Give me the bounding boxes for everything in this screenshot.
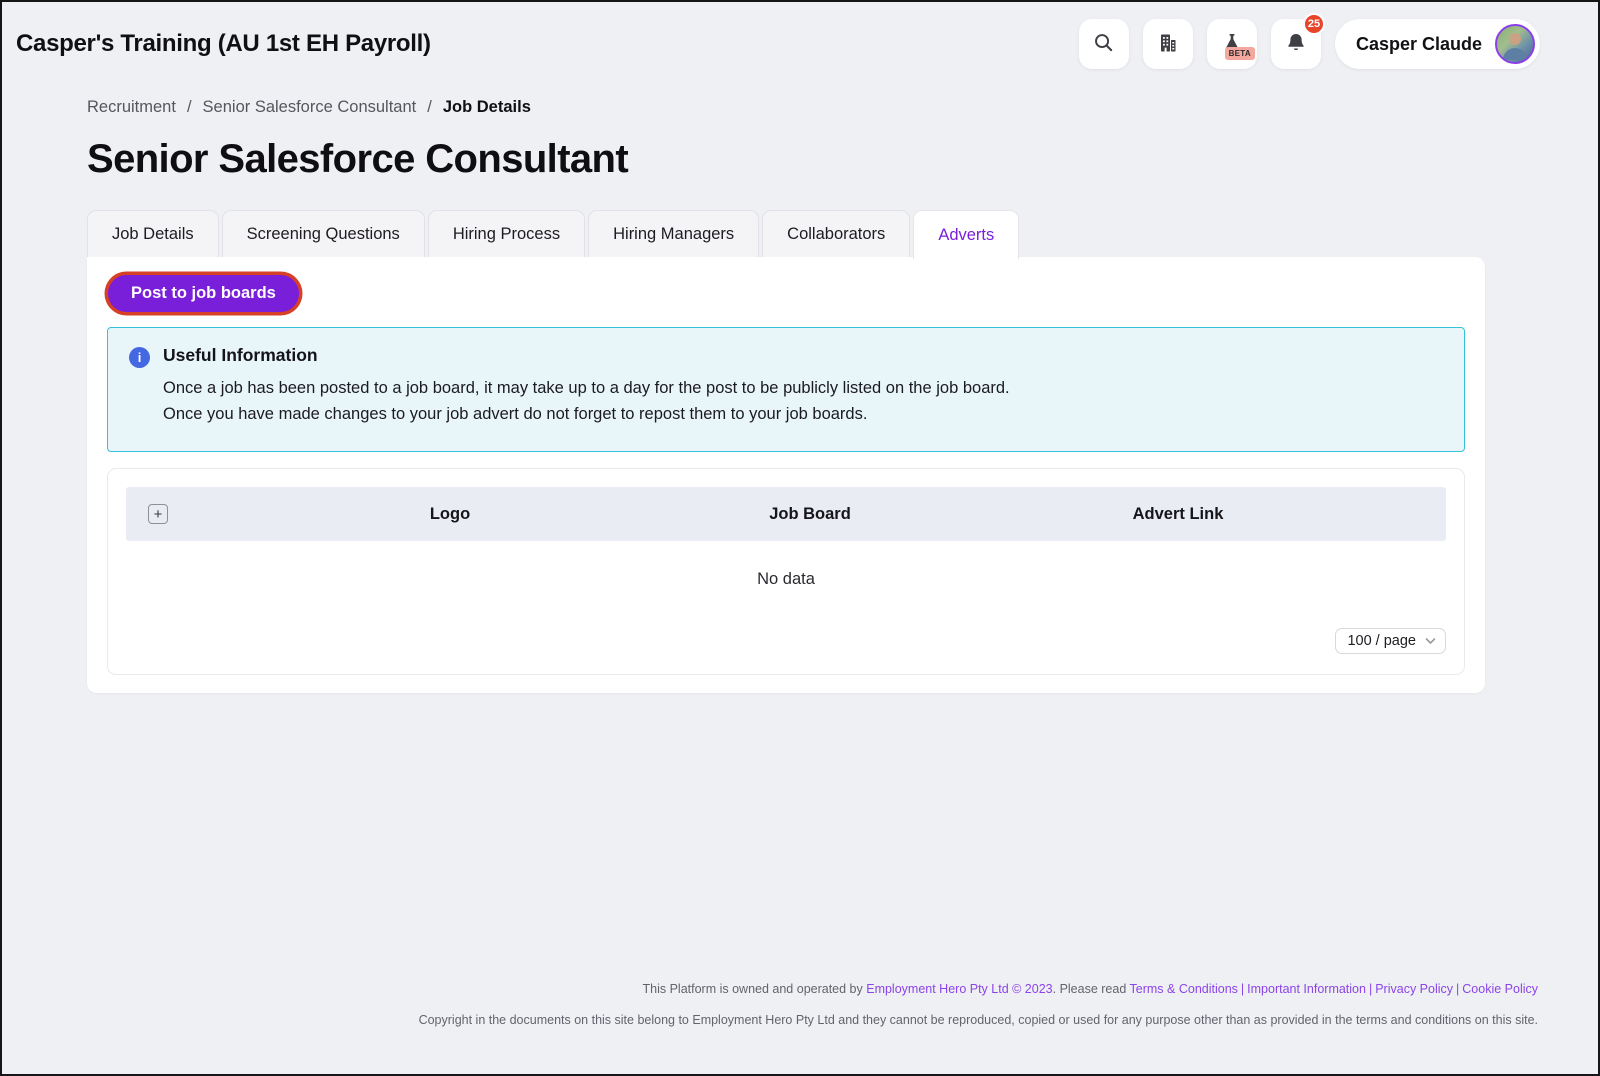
company-link[interactable]: Employment Hero Pty Ltd © 2023 <box>866 982 1052 996</box>
office-building-icon <box>1156 31 1180 58</box>
chevron-down-icon <box>1425 633 1436 649</box>
search-icon <box>1092 31 1115 57</box>
tab-hiring-process[interactable]: Hiring Process <box>428 210 585 257</box>
useful-information-line-1: Once a job has been posted to a job boar… <box>163 375 1010 401</box>
breadcrumb-separator: / <box>427 98 432 117</box>
search-button[interactable] <box>1079 19 1129 69</box>
expand-all-cell: + <box>126 504 190 524</box>
notifications-button[interactable]: 25 <box>1271 19 1321 69</box>
adverts-panel: Post to job boards i Useful Information … <box>87 257 1485 693</box>
beta-badge: BETA <box>1225 47 1255 60</box>
user-name: Casper Claude <box>1356 34 1482 55</box>
tab-adverts[interactable]: Adverts <box>913 210 1019 259</box>
footer-separator: | <box>1238 982 1247 996</box>
page-size-value: 100 / page <box>1347 633 1416 649</box>
footer-separator: | <box>1366 982 1375 996</box>
plus-icon: + <box>154 507 163 522</box>
beta-features-button[interactable]: BETA <box>1207 19 1257 69</box>
page-size-select[interactable]: 100 / page <box>1335 628 1446 654</box>
useful-information-content: Useful Information Once a job has been p… <box>163 345 1010 427</box>
footer-separator: | <box>1453 982 1462 996</box>
company-button[interactable] <box>1143 19 1193 69</box>
column-header-job-board: Job Board <box>710 505 910 524</box>
top-bar: Casper's Training (AU 1st EH Payroll) <box>2 2 1598 72</box>
adverts-table-header: + Logo Job Board Advert Link <box>126 487 1446 541</box>
breadcrumb-recruitment[interactable]: Recruitment <box>87 98 176 117</box>
footer-copyright-text: Copyright in the documents on this site … <box>32 1013 1538 1028</box>
important-information-link[interactable]: Important Information <box>1247 982 1366 996</box>
useful-information-title: Useful Information <box>163 345 1010 366</box>
bell-icon <box>1284 31 1308 58</box>
breadcrumb-current: Job Details <box>443 98 531 117</box>
user-avatar <box>1495 24 1535 64</box>
tab-screening-questions[interactable]: Screening Questions <box>222 210 425 257</box>
footer: This Platform is owned and operated by E… <box>2 982 1598 1028</box>
expand-all-button[interactable]: + <box>148 504 168 524</box>
empty-state-text: No data <box>126 541 1446 601</box>
column-header-logo: Logo <box>190 505 710 524</box>
tab-job-details[interactable]: Job Details <box>87 210 219 257</box>
tab-hiring-managers[interactable]: Hiring Managers <box>588 210 759 257</box>
cookie-policy-link[interactable]: Cookie Policy <box>1462 982 1538 996</box>
user-menu[interactable]: Casper Claude <box>1335 19 1540 69</box>
topbar-actions: BETA 25 Casper Claude <box>1079 19 1540 69</box>
column-header-advert-link: Advert Link <box>910 505 1446 524</box>
breadcrumb-job-name[interactable]: Senior Salesforce Consultant <box>203 98 417 117</box>
breadcrumb: Recruitment / Senior Salesforce Consulta… <box>87 98 1485 117</box>
useful-information-line-2: Once you have made changes to your job a… <box>163 401 1010 427</box>
pagination: 100 / page <box>126 628 1446 654</box>
post-to-job-boards-button[interactable]: Post to job boards <box>108 275 299 312</box>
tab-collaborators[interactable]: Collaborators <box>762 210 910 257</box>
footer-please-read-text: . Please read <box>1053 982 1130 996</box>
page-title: Senior Salesforce Consultant <box>87 137 1485 182</box>
terms-conditions-link[interactable]: Terms & Conditions <box>1130 982 1238 996</box>
app-title: Casper's Training (AU 1st EH Payroll) <box>16 30 431 58</box>
notification-count-badge: 25 <box>1303 13 1325 35</box>
main-content: Recruitment / Senior Salesforce Consulta… <box>87 98 1485 693</box>
privacy-policy-link[interactable]: Privacy Policy <box>1375 982 1453 996</box>
footer-ownership-text: This Platform is owned and operated by <box>643 982 867 996</box>
footer-line-1: This Platform is owned and operated by E… <box>32 982 1538 997</box>
breadcrumb-separator: / <box>187 98 192 117</box>
useful-information-box: i Useful Information Once a job has been… <box>107 327 1465 452</box>
info-icon: i <box>129 347 150 368</box>
adverts-table-card: + Logo Job Board Advert Link No data 100… <box>107 468 1465 675</box>
tab-bar: Job Details Screening Questions Hiring P… <box>87 210 1485 257</box>
